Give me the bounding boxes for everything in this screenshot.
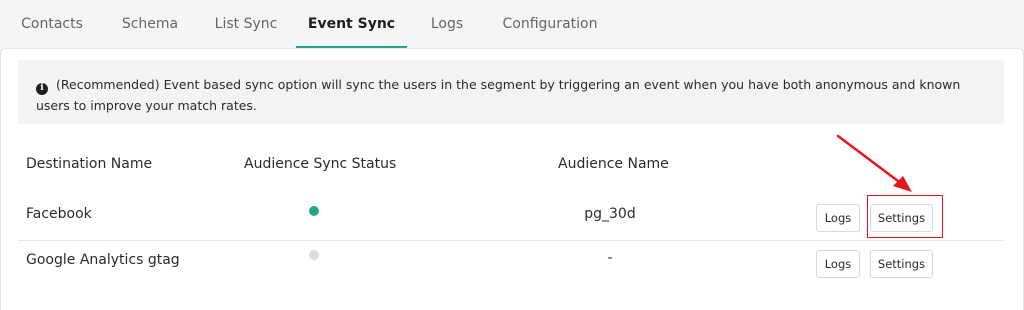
annotation-arrow-icon	[836, 134, 912, 192]
